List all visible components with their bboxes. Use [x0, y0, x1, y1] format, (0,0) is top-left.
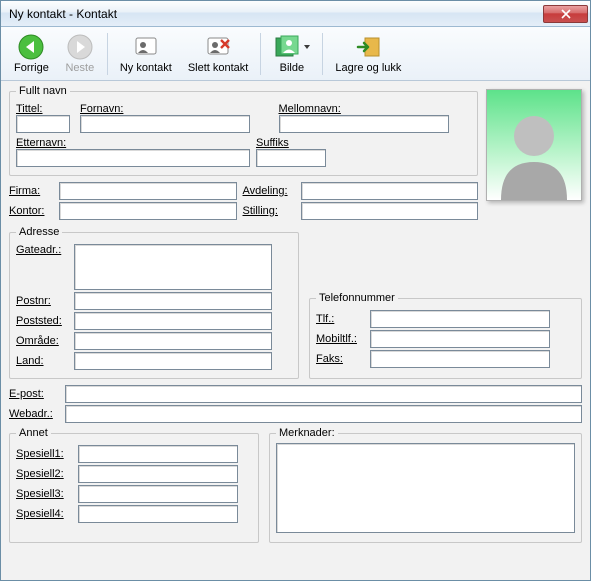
- save-close-icon: [354, 33, 382, 61]
- web-label: Webadr.:: [9, 408, 59, 420]
- special1-label: Spesiell1:: [16, 448, 72, 460]
- new-contact-button[interactable]: Ny kontakt: [113, 30, 179, 78]
- country-input[interactable]: [74, 352, 272, 370]
- next-button[interactable]: Neste: [58, 30, 102, 78]
- special1-input[interactable]: [78, 445, 238, 463]
- middlename-input[interactable]: [279, 115, 449, 133]
- street-label: Gateadr.:: [16, 244, 68, 256]
- new-contact-label: Ny kontakt: [120, 62, 172, 74]
- other-legend: Annet: [16, 427, 51, 439]
- special2-label: Spesiell2:: [16, 468, 72, 480]
- toolbar-separator: [322, 33, 323, 75]
- next-icon: [66, 33, 94, 61]
- phone-input[interactable]: [370, 310, 550, 328]
- firstname-label: Fornavn:: [80, 103, 273, 115]
- address-legend: Adresse: [16, 226, 62, 238]
- phone-legend: Telefonnummer: [316, 292, 398, 304]
- delete-contact-icon: [204, 33, 232, 61]
- delete-contact-button[interactable]: Slett kontakt: [181, 30, 256, 78]
- title-input[interactable]: [16, 115, 70, 133]
- special4-input[interactable]: [78, 505, 238, 523]
- title-label: Tittel:: [16, 103, 74, 115]
- office-input[interactable]: [59, 202, 237, 220]
- mobile-label: Mobiltlf.:: [316, 333, 364, 345]
- back-button[interactable]: Forrige: [7, 30, 56, 78]
- area-input[interactable]: [74, 332, 272, 350]
- poststed-input[interactable]: [74, 312, 272, 330]
- special4-label: Spesiell4:: [16, 508, 72, 520]
- save-close-button[interactable]: Lagre og lukk: [328, 30, 408, 78]
- special2-input[interactable]: [78, 465, 238, 483]
- middlename-label: Mellomnavn:: [279, 103, 472, 115]
- phone-label: Tlf.:: [316, 313, 364, 325]
- titlebar: Ny kontakt - Kontakt: [1, 1, 590, 27]
- special3-label: Spesiell3:: [16, 488, 72, 500]
- toolbar: Forrige Neste Ny kontakt Slett kontakt B…: [1, 27, 590, 81]
- postno-input[interactable]: [74, 292, 272, 310]
- company-input[interactable]: [59, 182, 237, 200]
- fullname-group: Fullt navn Tittel: Fornavn: Mellomnavn:: [9, 85, 478, 176]
- back-label: Forrige: [14, 62, 49, 74]
- department-label: Avdeling:: [243, 185, 295, 197]
- poststed-label: Poststed:: [16, 315, 68, 327]
- department-input[interactable]: [301, 182, 479, 200]
- close-button[interactable]: [543, 5, 588, 23]
- chevron-down-icon: [304, 45, 310, 49]
- address-group: Adresse Gateadr.: Postnr: Poststed: Områ…: [9, 226, 299, 379]
- suffix-input[interactable]: [256, 149, 326, 167]
- position-input[interactable]: [301, 202, 479, 220]
- delete-contact-label: Slett kontakt: [188, 62, 249, 74]
- lastname-label: Etternavn:: [16, 137, 250, 149]
- street-input[interactable]: [74, 244, 272, 290]
- fax-input[interactable]: [370, 350, 550, 368]
- firstname-input[interactable]: [80, 115, 250, 133]
- window-title: Ny kontakt - Kontakt: [9, 7, 543, 21]
- notes-input[interactable]: [276, 443, 575, 533]
- save-close-label: Lagre og lukk: [335, 62, 401, 74]
- phone-group: Telefonnummer Tlf.: Mobiltlf.: Faks:: [309, 292, 582, 379]
- special3-input[interactable]: [78, 485, 238, 503]
- fax-label: Faks:: [316, 353, 364, 365]
- close-icon: [561, 9, 571, 19]
- back-icon: [17, 33, 45, 61]
- image-icon: [273, 33, 301, 61]
- country-label: Land:: [16, 355, 68, 367]
- notes-legend: Merknader:: [276, 427, 338, 439]
- toolbar-separator: [260, 33, 261, 75]
- suffix-label: Suffiks: [256, 137, 326, 149]
- content-area: Fullt navn Tittel: Fornavn: Mellomnavn:: [1, 81, 590, 580]
- company-label: Firma:: [9, 185, 53, 197]
- position-label: Stilling:: [243, 205, 295, 217]
- person-icon: [491, 100, 577, 200]
- toolbar-separator: [107, 33, 108, 75]
- fullname-legend: Fullt navn: [16, 85, 70, 97]
- lastname-input[interactable]: [16, 149, 250, 167]
- mobile-input[interactable]: [370, 330, 550, 348]
- new-contact-icon: [132, 33, 160, 61]
- image-button[interactable]: Bilde: [266, 30, 317, 78]
- email-label: E-post:: [9, 388, 59, 400]
- web-input[interactable]: [65, 405, 582, 423]
- other-group: Annet Spesiell1: Spesiell2: Spesiell3: S…: [9, 427, 259, 543]
- next-label: Neste: [65, 62, 94, 74]
- office-label: Kontor:: [9, 205, 53, 217]
- email-input[interactable]: [65, 385, 582, 403]
- image-label: Bilde: [280, 62, 304, 74]
- postno-label: Postnr:: [16, 295, 68, 307]
- area-label: Område:: [16, 335, 68, 347]
- notes-group: Merknader:: [269, 427, 582, 543]
- contact-photo[interactable]: [486, 89, 582, 201]
